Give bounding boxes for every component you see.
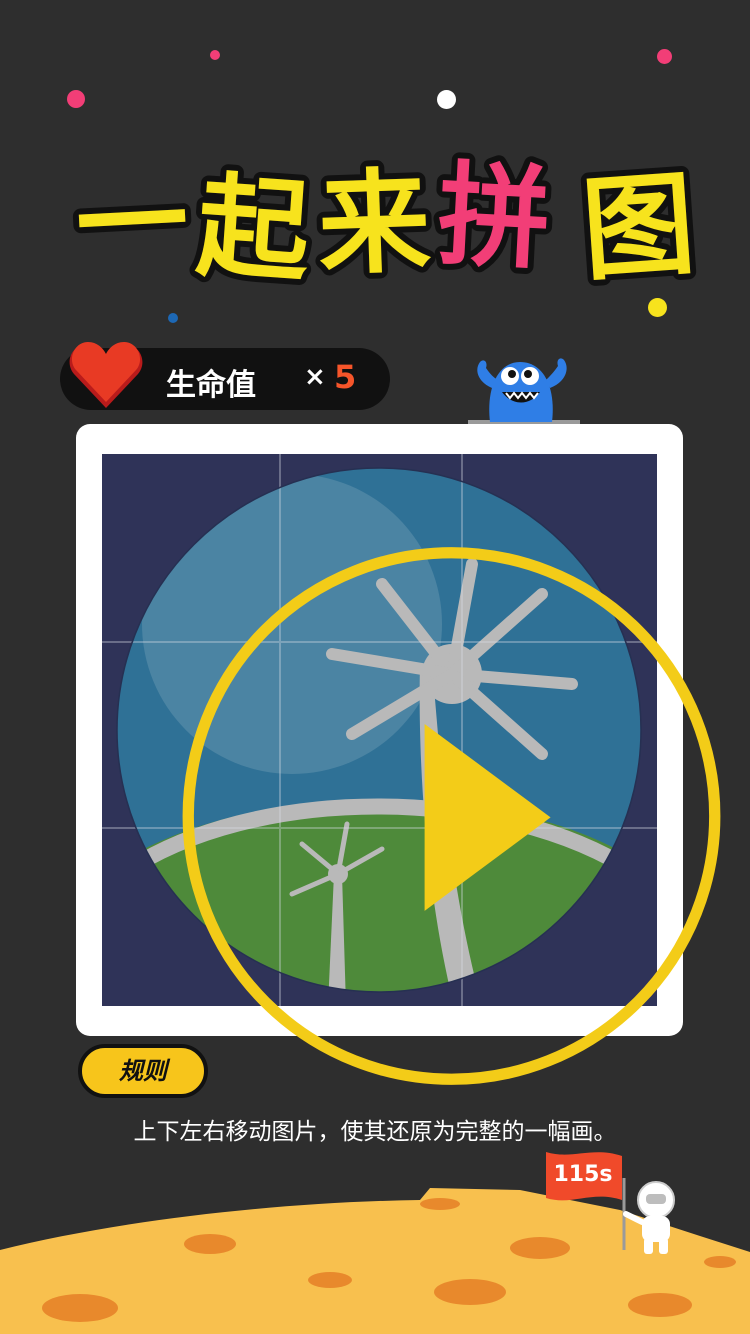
title-char: 来 <box>316 157 432 290</box>
decor-dot <box>210 50 220 60</box>
decor-dot <box>648 298 667 317</box>
lives-multiplier: × <box>304 362 326 392</box>
puzzle-frame <box>76 424 721 1085</box>
title-char: 拼 <box>435 150 554 286</box>
decor-dot <box>657 49 672 64</box>
heart-icon <box>69 342 143 408</box>
title-char: 起 <box>193 161 315 290</box>
decor-dot <box>168 313 178 323</box>
monster-mascot-icon <box>468 358 580 426</box>
puzzle-board[interactable] <box>102 454 721 1085</box>
timer-flag: 115s <box>542 1150 624 1206</box>
page-title: 一 起 来 拼 图 <box>67 144 710 305</box>
lives-count: 5 <box>334 358 357 396</box>
lives-label: 生命值 <box>166 368 256 403</box>
astronaut-icon <box>622 1178 675 1254</box>
timer-value: 115s <box>553 1162 613 1187</box>
decor-dot <box>67 90 85 108</box>
title-char: 一 <box>73 156 192 290</box>
decor-dot <box>437 90 456 109</box>
title-char: 图 <box>578 159 699 290</box>
lives-counter: 生命值 × 5 <box>60 342 390 410</box>
rules-button[interactable]: 规则 <box>78 1044 208 1098</box>
play-icon[interactable] <box>174 540 729 1092</box>
